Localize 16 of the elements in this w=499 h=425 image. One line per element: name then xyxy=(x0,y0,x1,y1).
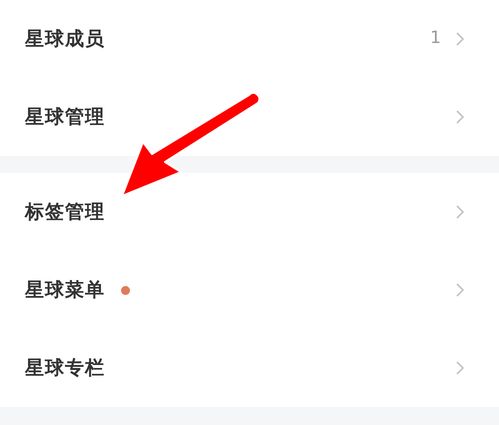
settings-row[interactable]: 星球管理 xyxy=(0,78,499,156)
row-label: 星球菜单 xyxy=(25,278,105,303)
chevron-icon xyxy=(455,282,465,298)
row-label: 星球成员 xyxy=(25,26,105,52)
chevron-icon xyxy=(455,109,465,125)
settings-row[interactable]: 星球专栏 xyxy=(0,329,499,407)
count-value: 1 xyxy=(430,27,441,50)
chevron-icon xyxy=(455,31,465,47)
settings-row[interactable]: 星球菜单 xyxy=(0,251,499,329)
row-label: 星球管理 xyxy=(25,104,105,130)
settings-row[interactable]: 星球成员 1 xyxy=(0,0,499,78)
settings-row[interactable]: 标签管理 xyxy=(0,173,499,251)
chevron-icon xyxy=(455,360,465,376)
row-label: 星球专栏 xyxy=(25,356,105,381)
row-label: 标签管理 xyxy=(25,200,105,225)
chevron-icon xyxy=(455,204,465,220)
